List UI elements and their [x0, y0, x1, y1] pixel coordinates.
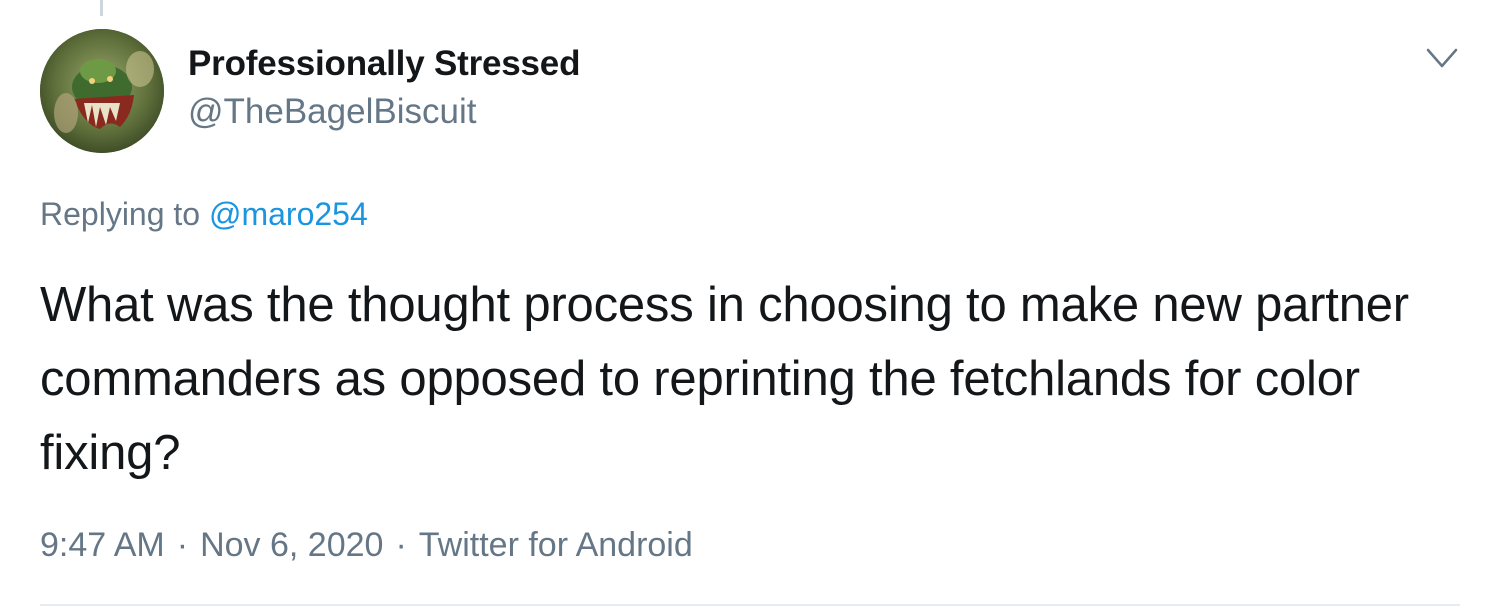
tweet-source[interactable]: Twitter for Android [419, 526, 693, 564]
avatar[interactable] [40, 29, 164, 153]
thread-connector-line [100, 0, 103, 16]
chevron-down-icon[interactable] [1424, 44, 1460, 74]
replying-to: Replying to @maro254 [40, 194, 368, 234]
tweet-meta: 9:47 AM · Nov 6, 2020 · Twitter for Android [40, 524, 693, 566]
divider [40, 604, 1460, 606]
tweet-date[interactable]: Nov 6, 2020 [200, 526, 383, 564]
tweet-header: Professionally Stressed @TheBagelBiscuit [188, 44, 580, 132]
avatar-image [40, 29, 164, 153]
meta-separator: · [176, 526, 189, 564]
tweet-text: What was the thought process in choosing… [40, 278, 1409, 480]
meta-separator: · [395, 526, 407, 564]
replying-to-label: Replying to [40, 196, 201, 232]
display-name[interactable]: Professionally Stressed [188, 44, 580, 84]
reply-mention-link[interactable]: @maro254 [209, 196, 368, 232]
user-handle[interactable]: @TheBagelBiscuit [188, 92, 580, 132]
tweet-time[interactable]: 9:47 AM [40, 526, 165, 564]
